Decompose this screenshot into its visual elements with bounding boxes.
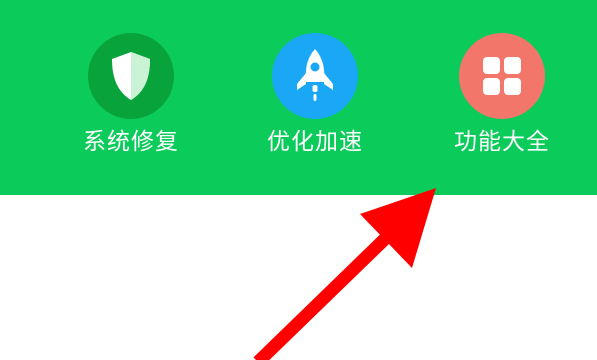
all-features-button[interactable]: 功能大全 [437,0,567,195]
shield-icon [112,52,150,100]
system-repair-label: 系统修复 [83,129,179,155]
grid-icon [483,57,521,95]
optimize-speed-label: 优化加速 [267,129,363,155]
optimize-speed-button[interactable]: 优化加速 [250,0,380,195]
all-features-label: 功能大全 [454,129,550,155]
rocket-icon [297,49,333,101]
optimize-speed-icon-circle [272,33,358,119]
system-repair-icon-circle [88,33,174,119]
toolbar: 系统修复 优化加速 功能大全 [0,0,597,195]
system-repair-button[interactable]: 系统修复 [66,0,196,195]
all-features-icon-circle [459,33,545,119]
